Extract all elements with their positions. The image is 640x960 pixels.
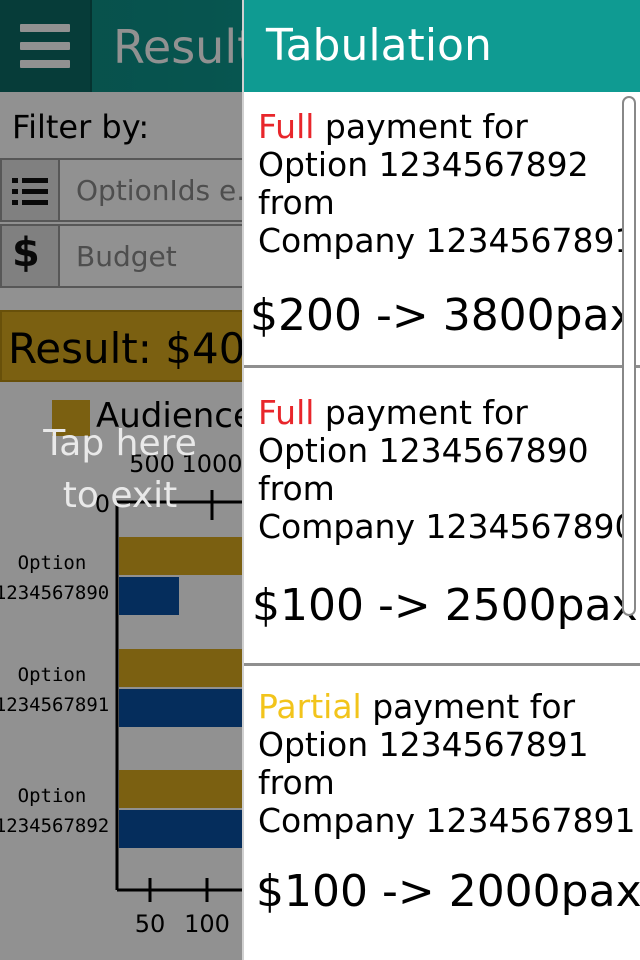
payment-status: Full — [258, 107, 315, 146]
payment-card[interactable]: Partial payment for Option 1234567891 fr… — [244, 666, 640, 960]
card-line1: Full payment for — [258, 393, 528, 432]
drawer-header: Tabulation — [244, 0, 640, 92]
payment-status: Full — [258, 393, 315, 432]
card-from: from — [258, 469, 335, 508]
tap-to-exit-hint[interactable]: Tap here to exit — [0, 418, 240, 522]
tap-exit-line2: to exit — [62, 475, 178, 516]
card-amount: $100 -> 2500pax — [252, 580, 638, 631]
card-option: Option 1234567892 — [258, 145, 589, 184]
card-company: Company 1234567891 — [258, 221, 636, 260]
card-option: Option 1234567891 — [258, 725, 589, 764]
card-company: Company 1234567890 — [258, 507, 636, 546]
payment-status: Partial — [258, 687, 362, 726]
tabulation-drawer: Tabulation Full payment for Option 12345… — [242, 0, 640, 960]
payment-card[interactable]: Full payment for Option 1234567892 from … — [244, 92, 640, 368]
card-line1: Partial payment for — [258, 687, 576, 726]
card-from: from — [258, 763, 335, 802]
payment-card[interactable]: Full payment for Option 1234567890 from … — [244, 368, 640, 666]
card-company: Company 1234567891 — [258, 801, 636, 840]
card-option: Option 1234567890 — [258, 431, 589, 470]
card-amount: $200 -> 3800pax — [250, 290, 636, 341]
card-line1: Full payment for — [258, 107, 528, 146]
card-amount: $100 -> 2000pax — [256, 866, 640, 917]
tap-exit-line1: Tap here — [43, 423, 197, 464]
drawer-scrollbar[interactable] — [622, 96, 636, 616]
card-from: from — [258, 183, 335, 222]
drawer-title: Tabulation — [266, 20, 492, 71]
